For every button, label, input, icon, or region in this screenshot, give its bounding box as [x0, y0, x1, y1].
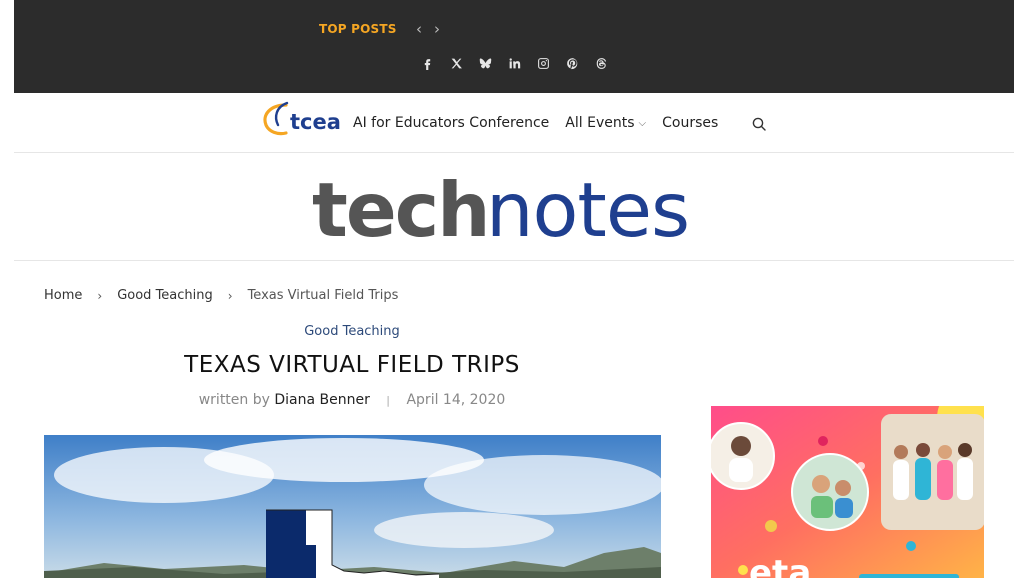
technotes-logo[interactable]: tech notes	[308, 170, 728, 248]
nav-item-label: All Events	[565, 115, 635, 131]
breadcrumb: Home › Good Teaching › Texas Virtual Fie…	[44, 288, 398, 303]
nav-item-label: AI for Educators Conference	[353, 115, 550, 131]
nav-item-label: Courses	[662, 115, 719, 131]
ad-photo-2	[791, 453, 869, 531]
nav-item-ai-conference[interactable]: AI for Educators Conference	[353, 115, 549, 131]
nav-menu: AI for Educators Conference All Events ⌵…	[353, 115, 718, 131]
main-navbar: tcea AI for Educators Conference All Eve…	[14, 93, 1014, 153]
chevron-left-icon[interactable]: ‹	[416, 20, 422, 38]
instagram-icon[interactable]	[536, 56, 551, 71]
linkedin-icon[interactable]	[507, 56, 522, 71]
top-bar: TOP POSTS ‹ ›	[14, 0, 1014, 93]
site-banner: tech notes	[14, 153, 1014, 261]
page-title: TEXAS VIRTUAL FIELD TRIPS	[184, 352, 520, 378]
chevron-right-icon: ›	[97, 288, 103, 303]
written-by-label: written by	[198, 392, 270, 408]
logo-text: tcea	[290, 110, 340, 134]
bluesky-icon[interactable]	[478, 56, 493, 71]
x-twitter-icon[interactable]	[449, 56, 464, 71]
breadcrumb-category[interactable]: Good Teaching	[117, 288, 213, 303]
banner-part2: notes	[486, 170, 689, 248]
breadcrumb-current: Texas Virtual Field Trips	[247, 288, 399, 303]
nav-item-courses[interactable]: Courses	[662, 115, 718, 131]
chevron-right-icon: ›	[227, 288, 233, 303]
facebook-icon[interactable]	[420, 56, 435, 71]
threads-icon[interactable]	[594, 56, 609, 71]
top-posts-label: TOP POSTS	[319, 22, 397, 36]
banner-part1: tech	[312, 170, 489, 248]
sidebar-ad[interactable]: eta	[711, 406, 984, 578]
post-date: April 14, 2020	[406, 392, 506, 408]
hero-image	[44, 435, 661, 578]
post-meta: written by Diana Benner | April 14, 2020	[14, 392, 690, 408]
author-link[interactable]: Diana Benner	[274, 392, 369, 408]
post-category-link[interactable]: Good Teaching	[14, 324, 690, 339]
breadcrumb-home[interactable]: Home	[44, 288, 82, 303]
chevron-right-icon[interactable]: ›	[434, 20, 440, 38]
meta-divider: |	[386, 394, 391, 407]
social-links	[420, 56, 609, 71]
page-frame: TOP POSTS ‹ › tcea AI for Educators Conf…	[14, 0, 1014, 578]
ad-brand-text: eta	[749, 553, 811, 578]
nav-item-all-events[interactable]: All Events ⌵	[565, 115, 646, 131]
search-icon[interactable]	[752, 116, 766, 131]
ad-brand-logo: eta	[738, 553, 811, 578]
pinterest-icon[interactable]	[565, 56, 580, 71]
tcea-logo[interactable]: tcea	[256, 99, 341, 139]
chevron-down-icon: ⌵	[638, 117, 647, 129]
